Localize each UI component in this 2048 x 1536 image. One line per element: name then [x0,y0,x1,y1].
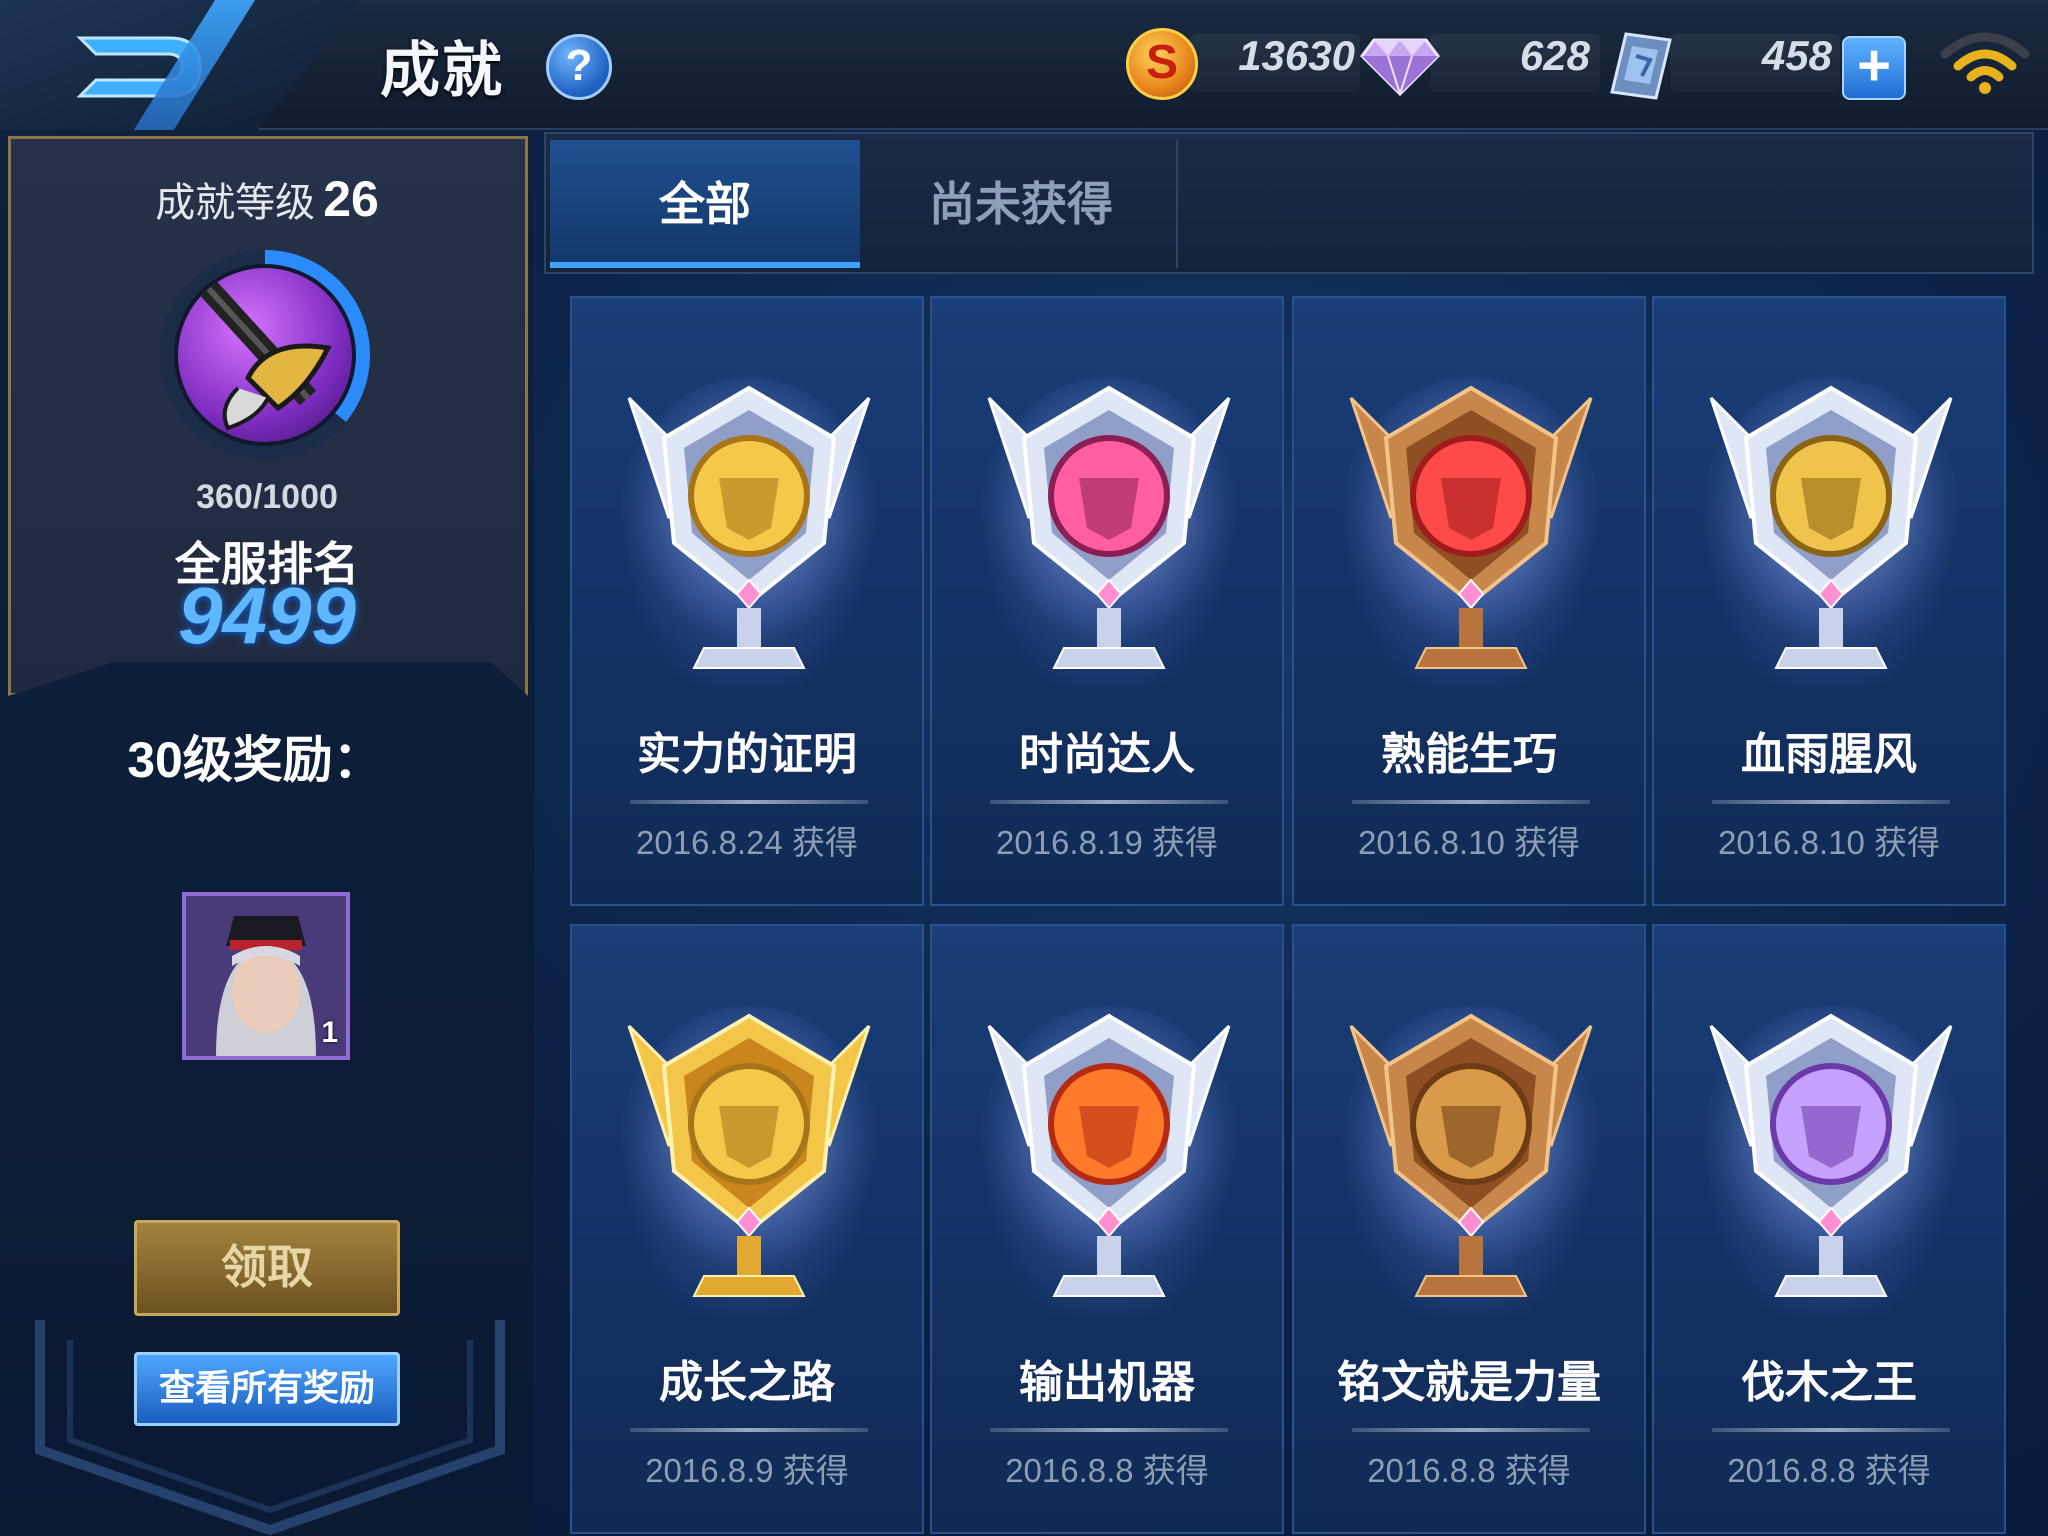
top-bar: 成就 ? S 13630 628 458 + [0,0,2048,150]
tab-all[interactable]: 全部 [550,140,860,268]
page-title: 成就 [380,37,504,104]
achievement-date: 2016.8.10 获得 [1718,824,1940,861]
achievement-name: 熟能生巧 [1381,730,1557,779]
claim-button[interactable]: 领取 [134,1220,400,1316]
golden-helmet-badge-icon [619,1006,879,1297]
golden-helmet-badge-icon [619,378,879,669]
diamond-gem-icon [1360,38,1440,97]
add-currency-button[interactable]: + [1842,36,1906,100]
achievement-card[interactable]: 时尚达人 2016.8.19 获得 [930,296,1284,906]
achievement-avatar [174,264,356,446]
gold-coin-icon: S [1126,28,1198,100]
achievement-date: 2016.8.8 获得 [1367,1452,1571,1489]
server-rank-value: 9499 [178,571,356,660]
card-divider [990,1428,1228,1432]
achievement-date: 2016.8.9 获得 [645,1452,849,1489]
level-reward-title: 30级奖励： [127,732,383,788]
card-divider [990,800,1228,804]
achievement-date: 2016.8.10 获得 [1358,824,1580,861]
card-divider [1712,1428,1950,1432]
flame-skull-badge-icon [979,1006,1239,1297]
view-all-rewards-button[interactable]: 查看所有奖励 [134,1352,400,1426]
achievement-date: 2016.8.8 获得 [1727,1452,1931,1489]
reward-quantity: 1 [321,1016,338,1049]
achievement-card[interactable]: 实力的证明 2016.8.24 获得 [570,296,924,906]
diamond-value: 628 [1519,32,1590,79]
achievement-name: 实力的证明 [637,730,857,779]
pink-mask-badge-icon [979,378,1239,669]
achievement-date: 2016.8.24 获得 [636,824,858,861]
achievement-date: 2016.8.19 获得 [996,824,1218,861]
achievement-card[interactable]: 伐木之王 2016.8.8 获得 [1652,924,2006,1534]
wifi-icon [1940,32,2030,94]
red-gem-badge-icon [1341,378,1601,669]
achievement-card[interactable]: 输出机器 2016.8.8 获得 [930,924,1284,1534]
card-divider [630,800,868,804]
achievement-card[interactable]: 铭文就是力量 2016.8.8 获得 [1292,924,1646,1534]
left-panel: 成就等级26 360/1000 全服排名 9499 30级奖励： 1 领取 查 [0,130,534,1536]
card-divider [630,1428,868,1432]
crystal-coupon-icon [1610,32,1672,100]
level-number: 26 [323,171,379,227]
axe-stump-badge-icon [1701,1006,1961,1297]
help-button[interactable]: ? [546,34,612,100]
achievement-name: 时尚达人 [1019,730,1195,779]
level-label-text: 成就等级 [155,181,316,225]
tab-bar: 全部 尚未获得 [544,132,2034,274]
reward-hero-portrait[interactable]: 1 [182,892,350,1060]
gold-value: 13630 [1238,32,1355,79]
tab-not-obtained[interactable]: 尚未获得 [866,140,1178,268]
card-divider [1712,800,1950,804]
achievement-card[interactable]: 成长之路 2016.8.9 获得 [570,924,924,1534]
achievement-name: 血雨腥风 [1741,730,1917,779]
achievement-name: 铭文就是力量 [1337,1358,1601,1407]
achievement-card[interactable]: 血雨腥风 2016.8.10 获得 [1652,296,2006,906]
rune-v-badge-icon [1341,1006,1601,1297]
achievement-name: 成长之路 [659,1358,835,1407]
achievement-name: 伐木之王 [1741,1358,1917,1407]
card-divider [1352,800,1590,804]
achievement-level: 成就等级 26 [0,170,534,228]
card-divider [1352,1428,1590,1432]
coupon-value: 458 [1761,32,1832,79]
achievement-card[interactable]: 熟能生巧 2016.8.10 获得 [1292,296,1646,906]
achievement-date: 2016.8.8 获得 [1005,1452,1209,1489]
achievement-name: 输出机器 [1019,1358,1195,1407]
exp-progress-text: 360/1000 [196,478,338,516]
golden-skull-badge-icon [1701,378,1961,669]
level-progress-ring [160,250,370,460]
axe-emblem-icon [199,280,332,431]
